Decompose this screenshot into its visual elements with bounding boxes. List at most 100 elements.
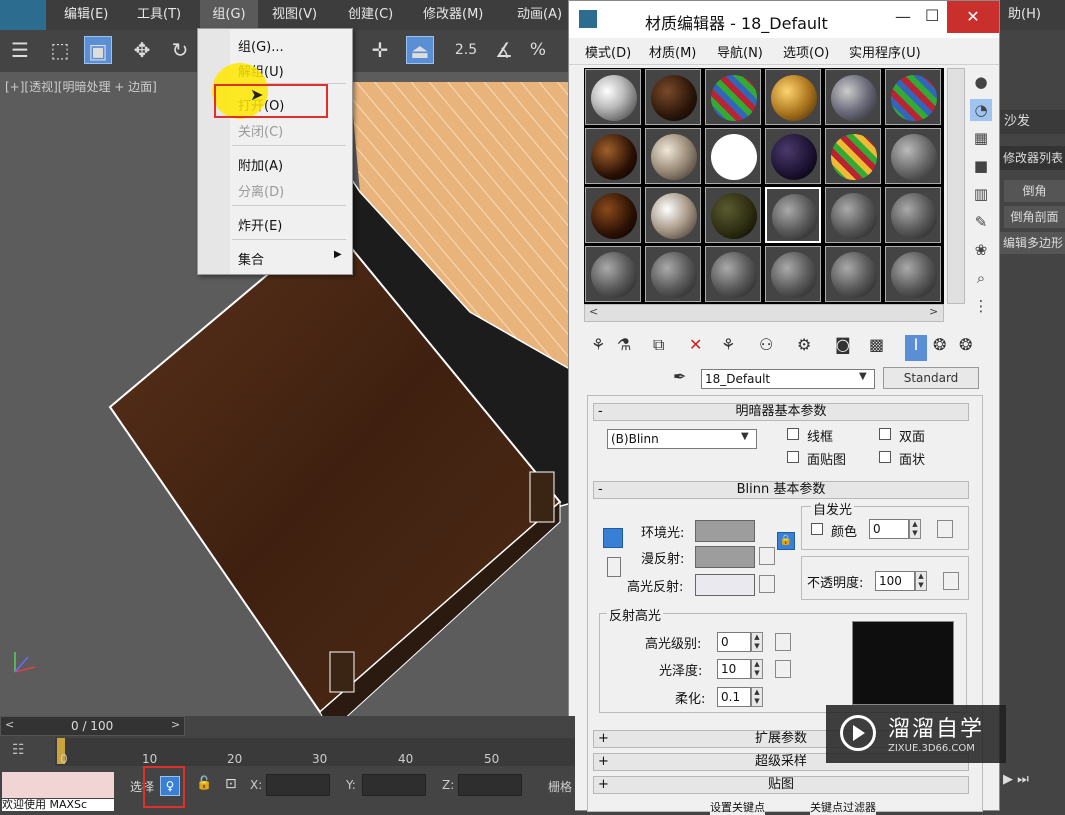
slot-scrollbar[interactable]: < > [584, 304, 944, 322]
material-sample-slot[interactable] [705, 246, 761, 302]
viewport-label[interactable]: [+][透视][明暗处理 + 边面] [5, 78, 157, 95]
time-slider[interactable]: < 0 / 100 > [0, 716, 185, 736]
get-material-icon[interactable]: ⚘ [591, 335, 605, 361]
wire-checkbox[interactable] [787, 428, 799, 440]
material-sample-slot[interactable] [885, 69, 941, 125]
options-icon[interactable]: ❀ [970, 239, 992, 261]
material-sample-slot[interactable] [765, 69, 821, 125]
menu-tools[interactable]: 工具(T) [137, 0, 181, 30]
background-icon[interactable]: ▦ [970, 127, 992, 149]
menu-create[interactable]: 创建(C) [348, 0, 393, 30]
material-sample-slot[interactable] [585, 246, 641, 302]
me-menu-mode[interactable]: 模式(D) [585, 42, 631, 61]
backlight-icon[interactable]: ◔ [970, 99, 992, 121]
opacity-map-button[interactable] [943, 572, 959, 590]
rotate-icon[interactable]: ↻ [166, 36, 194, 64]
close-window-button[interactable]: ✕ [947, 1, 999, 33]
self-illum-spinner[interactable]: ▲ ▼ [909, 519, 921, 539]
sample-type-icon[interactable]: ● [970, 71, 992, 93]
material-sample-slot[interactable] [645, 187, 701, 243]
material-sample-slot[interactable] [885, 246, 941, 302]
prev-frame-icon[interactable]: < [5, 718, 14, 731]
snap-toggle-icon[interactable]: 2.5 [446, 36, 486, 64]
map-lock-icon[interactable]: 🔒 [777, 532, 795, 550]
material-sample-slot[interactable] [705, 69, 761, 125]
select-by-name-icon[interactable]: ☰ [6, 36, 34, 64]
rollout-blinn-basic[interactable]: - Blinn 基本参数 [593, 481, 969, 499]
maximize-icon[interactable]: ☐ [925, 6, 939, 25]
z-coord-field[interactable] [458, 774, 522, 796]
rect-selection-icon[interactable]: ⬚ [46, 36, 74, 64]
make-unique-icon[interactable]: ⚘ [721, 335, 735, 361]
menu-modifiers[interactable]: 修改器(M) [423, 0, 483, 30]
make-preview-icon[interactable]: ✎ [970, 211, 992, 233]
next-frame-icon[interactable]: > [171, 718, 180, 731]
slot-vscrollbar[interactable] [947, 68, 965, 304]
set-key-button[interactable]: 设置关键点 [710, 799, 765, 815]
edit-poly-button[interactable]: 编辑多边形 [1000, 232, 1065, 254]
absolute-mode-icon[interactable]: ⊡ [225, 776, 237, 792]
self-illum-map-button[interactable] [937, 520, 953, 538]
diffuse-map-button[interactable] [759, 547, 775, 565]
move-icon[interactable]: ✥ [128, 36, 156, 64]
diffuse-color-swatch[interactable] [695, 546, 755, 568]
material-sample-slot[interactable] [585, 128, 641, 184]
specular-level-map-button[interactable] [775, 633, 791, 651]
material-sample-slot[interactable] [885, 128, 941, 184]
me-menu-material[interactable]: 材质(M) [649, 42, 696, 61]
reset-map-icon[interactable]: ✕ [689, 335, 702, 361]
material-sample-slot[interactable] [645, 69, 701, 125]
soften-field[interactable]: 0.1 [717, 687, 751, 707]
lock-ambient-diffuse-icon[interactable] [603, 528, 623, 548]
scroll-left-icon[interactable]: < [589, 305, 598, 318]
maxscript-listener[interactable] [2, 772, 114, 798]
opacity-value-field[interactable]: 100 [875, 571, 915, 591]
two-sided-checkbox[interactable] [879, 428, 891, 440]
select-and-manipulate-icon[interactable]: ⏏ [406, 36, 434, 64]
material-sample-slot[interactable] [825, 128, 881, 184]
self-illum-color-checkbox[interactable] [811, 523, 823, 535]
material-sample-slot[interactable] [825, 246, 881, 302]
rollout-maps[interactable]: + 贴图 [593, 776, 969, 794]
material-sample-slot[interactable] [765, 246, 821, 302]
play-icon[interactable]: ▶ ⏭ [1003, 772, 1029, 787]
menu-item-group[interactable]: 组(G)... [238, 36, 284, 55]
glossiness-map-button[interactable] [775, 660, 791, 678]
material-sample-slot[interactable] [825, 187, 881, 243]
material-id-channel-icon[interactable]: ⚙ [797, 335, 811, 361]
self-illum-value-field[interactable]: 0 [869, 519, 909, 539]
go-to-parent-icon[interactable]: I [905, 335, 927, 361]
menu-item-explode[interactable]: 炸开(E) [238, 215, 282, 234]
specular-map-button[interactable] [759, 575, 775, 593]
percent-snap-icon[interactable]: % [524, 36, 552, 64]
modifier-list-dropdown[interactable]: 修改器列表 [1000, 146, 1065, 170]
material-map-navigator-icon[interactable]: ⋮ [970, 295, 992, 317]
menu-help[interactable]: 助(H) [1008, 0, 1041, 30]
me-menu-options[interactable]: 选项(O) [783, 42, 829, 61]
material-name-field[interactable]: 18_Default [701, 369, 875, 389]
go-forward-sibling-icon[interactable]: ❂ [933, 335, 946, 361]
glossiness-field[interactable]: 10 [717, 659, 751, 679]
select-by-material-icon[interactable]: ⌕ [970, 267, 992, 289]
material-sample-slot[interactable] [765, 187, 821, 243]
material-sample-slot[interactable] [885, 187, 941, 243]
lock-diffuse-specular-icon[interactable] [607, 557, 621, 577]
glossiness-spinner[interactable]: ▲ ▼ [751, 659, 763, 679]
opacity-spinner[interactable]: ▲ ▼ [915, 571, 927, 591]
material-sample-slot[interactable] [765, 128, 821, 184]
specular-level-field[interactable]: 0 [717, 632, 751, 652]
menu-item-assembly[interactable]: 集合 [238, 249, 264, 268]
material-sample-slot[interactable] [705, 128, 761, 184]
material-sample-slot[interactable] [705, 187, 761, 243]
face-map-checkbox[interactable] [787, 451, 799, 463]
scroll-right-icon[interactable]: > [929, 305, 938, 318]
menu-animation[interactable]: 动画(A) [517, 0, 562, 30]
material-sample-slot[interactable] [585, 187, 641, 243]
window-crossing-icon[interactable]: ▣ [84, 36, 112, 64]
material-sample-slot[interactable] [585, 69, 641, 125]
menu-item-attach[interactable]: 附加(A) [238, 155, 283, 174]
menu-views[interactable]: 视图(V) [272, 0, 317, 30]
me-menu-utilities[interactable]: 实用程序(U) [849, 42, 921, 61]
put-to-library-icon[interactable]: ⚇ [759, 335, 773, 361]
material-type-button[interactable]: Standard [883, 367, 979, 389]
